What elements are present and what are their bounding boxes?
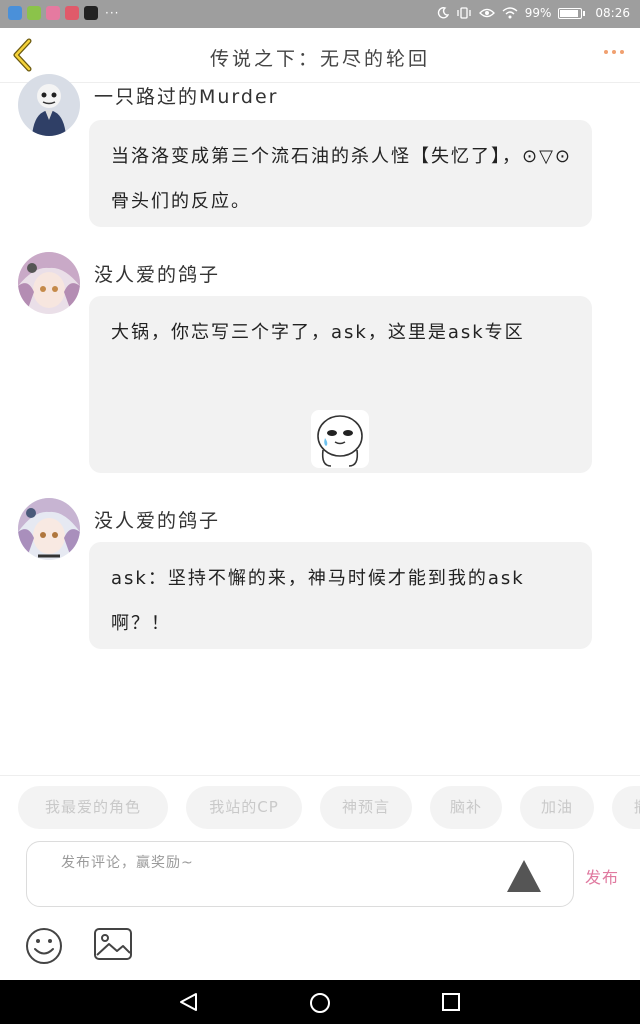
nav-recents-button[interactable]	[441, 992, 461, 1016]
comment-text: ask：坚持不懈的来，神马时候才能到我的ask啊？！	[111, 568, 525, 634]
recents-square-icon	[442, 993, 460, 1011]
calendar-app-icon	[65, 6, 79, 20]
emoji-button[interactable]	[24, 926, 64, 970]
tag-favorite-character[interactable]: 我最爱的角色	[18, 786, 168, 829]
publish-button[interactable]: 发布	[585, 864, 619, 888]
wifi-icon	[502, 7, 518, 19]
quick-tags-row: 我最爱的角色 我站的CP 神预言 脑补 加油 撒	[18, 786, 640, 829]
comment-text: 当洛洛变成第三个流石油的杀人怪【失忆了】，⊙▽⊙骨头们的反应。	[111, 146, 573, 212]
comment-username[interactable]: 没人爱的鸽子	[94, 260, 220, 287]
notification-icons: ···	[8, 6, 119, 20]
dot-icon	[620, 50, 624, 54]
battery-icon	[558, 7, 586, 19]
avatar[interactable]	[18, 252, 80, 314]
top-app-bar: 传说之下：无尽的轮回	[0, 28, 640, 83]
eye-icon	[478, 8, 495, 18]
nav-home-button[interactable]	[309, 992, 331, 1018]
more-notifications-icon: ···	[105, 6, 120, 20]
tag-imagination[interactable]: 脑补	[430, 786, 502, 829]
moon-icon	[437, 7, 449, 19]
avatar[interactable]	[18, 498, 80, 560]
photo-app-icon	[46, 6, 60, 20]
image-icon	[94, 928, 132, 960]
dot-icon	[612, 50, 616, 54]
smiley-icon	[26, 928, 62, 964]
page-title: 传说之下：无尽的轮回	[209, 48, 430, 70]
tiktok-app-icon	[84, 6, 98, 20]
comment-username[interactable]: 没人爱的鸽子	[94, 506, 220, 533]
comment-bubble: ask：坚持不懈的来，神马时候才能到我的ask啊？！	[89, 542, 592, 649]
tag-prophecy[interactable]: 神预言	[320, 786, 412, 829]
sticker-image	[311, 410, 369, 468]
battery-percent: 99%	[524, 6, 552, 20]
divider	[0, 775, 640, 776]
system-icons: 99% 08:26	[437, 6, 630, 20]
home-circle-icon	[310, 993, 330, 1013]
image-button[interactable]	[93, 926, 133, 966]
nav-back-button[interactable]	[178, 992, 200, 1016]
dot-icon	[604, 50, 608, 54]
back-triangle-icon	[180, 993, 197, 1011]
clock: 08:26	[595, 6, 630, 20]
tag-cheer[interactable]: 加油	[520, 786, 594, 829]
vibrate-icon	[457, 7, 471, 19]
tag-my-cp[interactable]: 我站的CP	[186, 786, 302, 829]
comment-bubble: 当洛洛变成第三个流石油的杀人怪【失忆了】，⊙▽⊙骨头们的反应。	[89, 120, 592, 227]
more-options-button[interactable]	[604, 50, 624, 54]
wechat-app-icon	[27, 6, 41, 20]
comment-composer	[26, 841, 574, 907]
comment-bubble: 大锅，你忘写三个字了，ask，这里是ask专区	[89, 296, 592, 473]
shield-app-icon	[8, 6, 22, 20]
triangle-send-icon[interactable]	[505, 858, 543, 894]
status-bar: ··· 99% 08:26	[0, 0, 640, 28]
avatar[interactable]	[18, 74, 80, 136]
tag-more[interactable]: 撒	[612, 786, 640, 829]
comment-input[interactable]	[59, 850, 503, 876]
comment-username[interactable]: 一只路过的Murder	[94, 82, 278, 109]
system-nav-bar	[0, 980, 640, 1024]
comment-text: 大锅，你忘写三个字了，ask，这里是ask专区	[111, 322, 525, 343]
